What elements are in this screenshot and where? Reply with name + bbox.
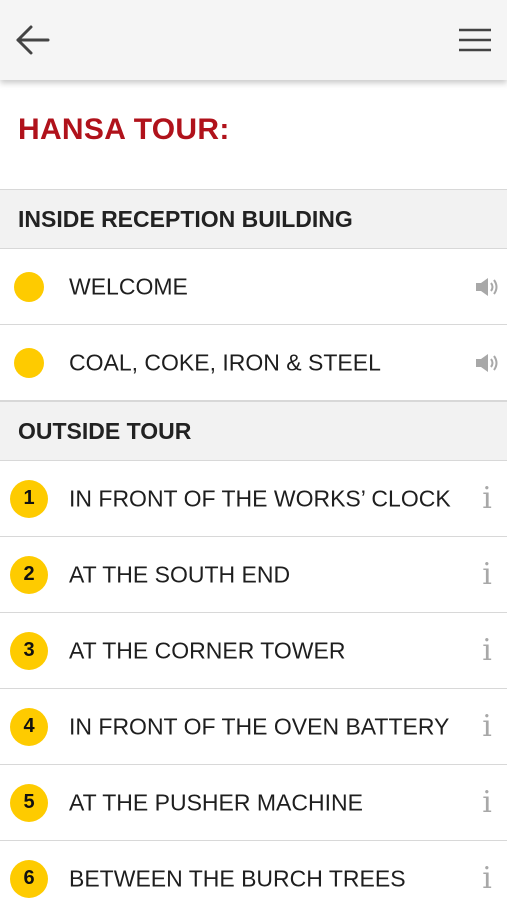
section-header: INSIDE RECEPTION BUILDING xyxy=(0,189,507,249)
menu-button[interactable] xyxy=(455,22,495,58)
tour-stop-row[interactable]: COAL, COKE, IRON & STEEL xyxy=(0,325,507,401)
tour-stop-row[interactable]: 2 AT THE SOUTH END i xyxy=(0,537,507,613)
tour-stop-label: AT THE SOUTH END xyxy=(69,561,291,587)
tour-stop-row[interactable]: WELCOME xyxy=(0,249,507,325)
play-audio-button[interactable] xyxy=(473,348,501,378)
speaker-icon xyxy=(476,353,498,372)
stop-number-badge: 2 xyxy=(10,555,48,594)
tour-stop-label: AT THE PUSHER MACHINE xyxy=(69,789,363,815)
tour-stop-label: BETWEEN THE BURCH TREES xyxy=(69,865,406,891)
section-header: OUTSIDE TOUR xyxy=(0,401,507,461)
stop-number-badge: 6 xyxy=(10,859,48,898)
stop-number-badge xyxy=(14,347,44,378)
app-header xyxy=(0,0,507,80)
stop-number-badge: 4 xyxy=(10,707,48,746)
stop-number-badge xyxy=(14,271,44,302)
tour-stop-label: COAL, COKE, IRON & STEEL xyxy=(69,349,381,375)
arrow-left-icon xyxy=(16,25,50,55)
info-button[interactable]: i xyxy=(473,480,501,516)
page-title: HANSA TOUR: xyxy=(18,113,230,146)
back-button[interactable] xyxy=(12,22,52,58)
tour-stop-row[interactable]: 1 IN FRONT OF THE WORKS’ CLOCK i xyxy=(0,461,507,537)
stop-number-badge: 5 xyxy=(10,783,48,822)
info-icon: i xyxy=(482,556,492,592)
hamburger-menu-icon xyxy=(459,28,491,52)
info-icon: i xyxy=(482,480,492,516)
tour-stop-row[interactable]: 6 BETWEEN THE BURCH TREES i xyxy=(0,841,507,900)
info-button[interactable]: i xyxy=(473,632,501,668)
play-audio-button[interactable] xyxy=(473,272,501,302)
info-button[interactable]: i xyxy=(473,860,501,896)
info-icon: i xyxy=(482,860,492,896)
tour-stop-label: IN FRONT OF THE OVEN BATTERY xyxy=(69,713,450,739)
stop-number-badge: 1 xyxy=(10,479,48,518)
info-button[interactable]: i xyxy=(473,708,501,744)
tour-list: INSIDE RECEPTION BUILDING WELCOME COAL, CO… xyxy=(0,189,507,900)
tour-stop-row[interactable]: 5 AT THE PUSHER MACHINE i xyxy=(0,765,507,841)
info-icon: i xyxy=(482,784,492,820)
tour-stop-row[interactable]: 4 IN FRONT OF THE OVEN BATTERY i xyxy=(0,689,507,765)
tour-stop-row[interactable]: 3 AT THE CORNER TOWER i xyxy=(0,613,507,689)
speaker-icon xyxy=(476,277,498,296)
tour-stop-label: AT THE CORNER TOWER xyxy=(69,637,346,663)
info-button[interactable]: i xyxy=(473,784,501,820)
info-icon: i xyxy=(482,632,492,668)
info-button[interactable]: i xyxy=(473,556,501,592)
tour-stop-label: IN FRONT OF THE WORKS’ CLOCK xyxy=(69,485,451,511)
tour-stop-label: WELCOME xyxy=(69,273,188,299)
info-icon: i xyxy=(482,708,492,744)
stop-number-badge: 3 xyxy=(10,631,48,670)
